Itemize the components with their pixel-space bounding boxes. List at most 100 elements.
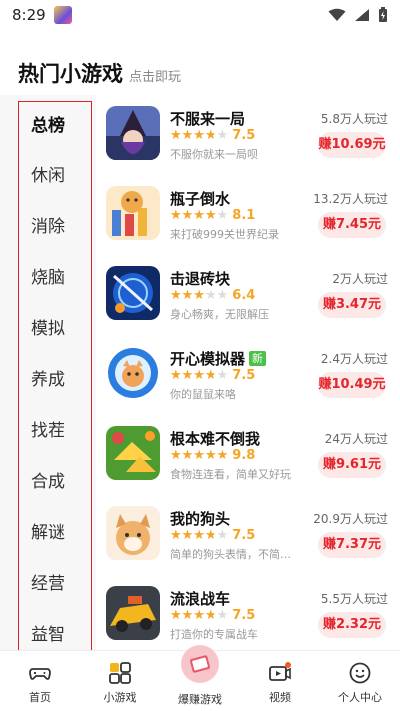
- play-count: 13.2万人玩过: [313, 192, 388, 206]
- earn-button[interactable]: 赚7.37元: [318, 532, 386, 558]
- game-rating: ★★★★★ ★★★★★ 9.8: [170, 448, 255, 463]
- game-rating: ★★★★★★★★★★ 8.1: [170, 208, 255, 223]
- game-description: 打造你的专属战车: [170, 628, 258, 641]
- category-item-casual[interactable]: 休闲: [18, 161, 78, 186]
- tab-label: 爆赚游戏: [178, 693, 222, 706]
- play-count: 24万人玩过: [324, 432, 388, 446]
- page-title: 热门小游戏: [18, 62, 123, 86]
- tab-video[interactable]: 视频: [240, 651, 320, 711]
- game-row[interactable]: 击退砖块 ★★★★★★★★★★ 6.4 身心畅爽，无限解压 2万人玩过 赚3.4…: [104, 260, 394, 340]
- game-rating: ★★★★★★★★★★ 7.5: [170, 128, 255, 143]
- game-thumbnail: [106, 506, 160, 560]
- wifi-icon: [328, 8, 346, 21]
- category-item-intelligence[interactable]: 益智: [18, 620, 78, 645]
- game-name: 瓶子倒水: [170, 190, 231, 208]
- category-item-spot-difference[interactable]: 找茬: [18, 416, 78, 441]
- star-rating: ★★★★★★★★★★: [170, 287, 229, 303]
- tab-label: 个人中心: [338, 691, 382, 704]
- tab-home[interactable]: 首页: [0, 651, 80, 711]
- game-thumbnail: [106, 586, 160, 640]
- battery-icon: [379, 7, 387, 22]
- star-rating: ★★★★★★★★★★: [170, 447, 229, 463]
- grid-icon: [109, 662, 131, 684]
- category-item-puzzle[interactable]: 解谜: [18, 518, 78, 543]
- game-description: 来打破999关世界纪录: [170, 228, 279, 241]
- game-row[interactable]: 瓶子倒水 ★★★★★★★★★★ 8.1 来打破999关世界纪录 13.2万人玩过…: [104, 180, 394, 260]
- earn-button[interactable]: 赚7.45元: [318, 212, 386, 238]
- rating-score: 8.1: [232, 208, 256, 223]
- category-item-raising[interactable]: 养成: [18, 365, 78, 390]
- game-rating: ★★★★★★★★★★ 6.4: [170, 288, 255, 303]
- play-count: 5.5万人玩过: [320, 592, 388, 606]
- cash-icon: [181, 645, 219, 683]
- rating-score: 9.8: [232, 448, 256, 463]
- tab-label: 首页: [29, 691, 51, 704]
- earn-button[interactable]: 赚10.69元: [318, 132, 386, 158]
- game-thumbnail: [106, 106, 160, 160]
- game-row[interactable]: 开心模拟器新 ★★★★★★★★★★ 7.5 你的鼠鼠来咯 2.4万人玩过 赚10…: [104, 340, 394, 420]
- game-thumbnail: [106, 346, 160, 400]
- game-name: 击退砖块: [170, 270, 231, 288]
- tab-earn-games[interactable]: 爆赚游戏: [160, 645, 240, 711]
- earn-button[interactable]: 赚3.47元: [318, 292, 386, 318]
- game-description: 简单的狗头表情，不简单...: [170, 548, 300, 561]
- star-rating: ★★★★★★★★★★: [170, 367, 229, 383]
- game-thumbnail: [106, 266, 160, 320]
- page-subtitle: 点击即玩: [129, 70, 182, 85]
- play-count: 2.4万人玩过: [320, 352, 388, 366]
- rating-score: 7.5: [232, 128, 256, 143]
- notification-app-icon: [53, 6, 72, 24]
- category-item-simulation[interactable]: 模拟: [18, 314, 78, 339]
- game-description: 身心畅爽，无限解压: [170, 308, 269, 321]
- game-name: 不服来一局: [170, 110, 246, 128]
- category-item-all[interactable]: 总榜: [18, 111, 78, 136]
- game-thumbnail: [106, 186, 160, 240]
- category-item-management[interactable]: 经营: [18, 569, 78, 594]
- category-item-merge[interactable]: 合成: [18, 467, 78, 492]
- tab-profile[interactable]: 个人中心: [320, 651, 400, 711]
- tab-mini-games[interactable]: 小游戏: [80, 651, 160, 711]
- game-row[interactable]: 流浪战车 ★★★★★★★★★★ 7.5 打造你的专属战车 5.5万人玩过 赚2.…: [104, 580, 394, 660]
- star-rating: ★★★★★★★★★★: [170, 527, 229, 543]
- play-count: 20.9万人玩过: [313, 512, 388, 526]
- rating-score: 6.4: [232, 288, 256, 303]
- game-rating: ★★★★★★★★★★ 7.5: [170, 528, 255, 543]
- tab-label: 视频: [269, 691, 291, 704]
- page-header: 热门小游戏 点击即玩: [18, 58, 181, 88]
- category-item-match[interactable]: 消除: [18, 212, 78, 237]
- game-description: 你的鼠鼠来咯: [170, 388, 236, 401]
- game-description: 不服你就来一局呗: [170, 148, 258, 161]
- gamepad-icon: [29, 668, 51, 680]
- game-name: 开心模拟器新: [170, 348, 267, 369]
- new-badge: 新: [249, 351, 267, 366]
- face-icon: [349, 662, 371, 684]
- status-bar: 8:29: [0, 0, 400, 30]
- game-thumbnail: [106, 426, 160, 480]
- rating-score: 7.5: [232, 608, 256, 623]
- game-name: 我的狗头: [170, 510, 231, 528]
- game-name: 流浪战车: [170, 590, 231, 608]
- play-count: 5.8万人玩过: [320, 112, 388, 126]
- game-name: 根本难不倒我: [170, 430, 261, 448]
- earn-button[interactable]: 赚10.49元: [318, 372, 386, 398]
- game-rating: ★★★★★★★★★★ 7.5: [170, 608, 255, 623]
- rating-score: 7.5: [232, 528, 256, 543]
- play-count: 2万人玩过: [332, 272, 388, 286]
- game-rating: ★★★★★★★★★★ 7.5: [170, 368, 255, 383]
- earn-button[interactable]: 赚2.32元: [318, 612, 386, 638]
- status-time: 8:29: [12, 6, 46, 24]
- rating-score: 7.5: [232, 368, 256, 383]
- game-row[interactable]: 根本难不倒我 ★★★★★ ★★★★★ 9.8 食物连连看，简单又好玩 24万人玩过…: [104, 420, 394, 500]
- tab-label: 小游戏: [103, 691, 137, 704]
- earn-button[interactable]: 赚9.61元: [318, 452, 386, 478]
- star-rating: ★★★★★★★★★★: [170, 207, 229, 223]
- bottom-tab-bar: 首页 小游戏 爆赚游戏 视频 个人中心: [0, 645, 400, 711]
- status-indicators: [328, 7, 388, 23]
- star-rating: ★★★★★★★★★★: [170, 607, 229, 623]
- game-row[interactable]: 我的狗头 ★★★★★★★★★★ 7.5 简单的狗头表情，不简单... 20.9万…: [104, 500, 394, 580]
- video-icon: [269, 662, 291, 681]
- signal-icon: [355, 9, 369, 21]
- game-row[interactable]: 不服来一局 ★★★★★★★★★★ 7.5 不服你就来一局呗 5.8万人玩过 赚1…: [104, 100, 394, 180]
- category-item-brain[interactable]: 烧脑: [18, 263, 78, 288]
- star-rating: ★★★★★★★★★★: [170, 127, 229, 143]
